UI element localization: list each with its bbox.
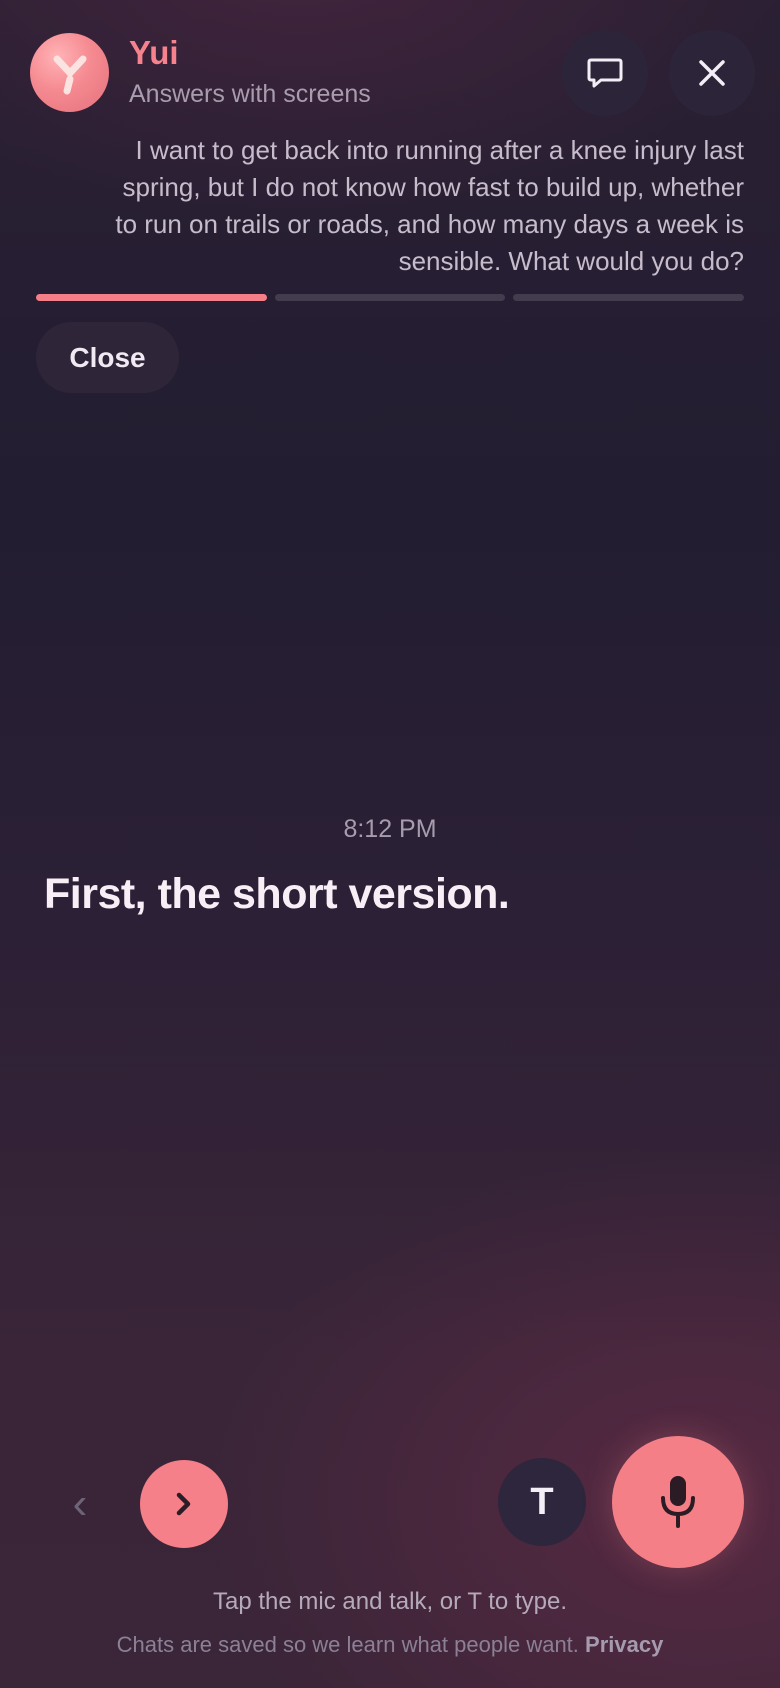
privacy-link[interactable]: Privacy — [585, 1632, 663, 1657]
chat-button[interactable] — [562, 30, 648, 116]
progress-indicator — [36, 294, 745, 301]
answer-headline: First, the short version. — [44, 870, 510, 918]
progress-segment-1 — [36, 294, 267, 301]
assistant-name: Yui — [129, 34, 179, 71]
microphone-icon — [661, 1476, 695, 1528]
progress-segment-3 — [513, 294, 745, 301]
close-icon — [699, 60, 725, 86]
assistant-avatar — [30, 33, 109, 112]
previous-button[interactable]: ‹ — [50, 1474, 110, 1534]
assistant-subtitle: Answers with screens — [129, 80, 371, 108]
footer-notice: Chats are saved so we learn what people … — [0, 1632, 780, 1658]
input-hint: Tap the mic and talk, or T to type. — [213, 1588, 567, 1615]
user-question: I want to get back into running after a … — [115, 135, 744, 276]
mic-button[interactable] — [612, 1436, 744, 1568]
yui-logo-icon — [53, 55, 87, 95]
chat-bubble-icon — [587, 58, 623, 88]
chevron-right-icon — [176, 1492, 191, 1516]
type-button[interactable]: T — [498, 1458, 586, 1546]
footer-text: Chats are saved so we learn what people … — [116, 1632, 579, 1657]
close-button[interactable]: Close — [36, 322, 179, 393]
next-button[interactable] — [140, 1460, 228, 1548]
progress-segment-2 — [274, 294, 506, 301]
message-timestamp: 8:12 PM — [343, 815, 437, 843]
close-x-button[interactable] — [669, 30, 755, 116]
